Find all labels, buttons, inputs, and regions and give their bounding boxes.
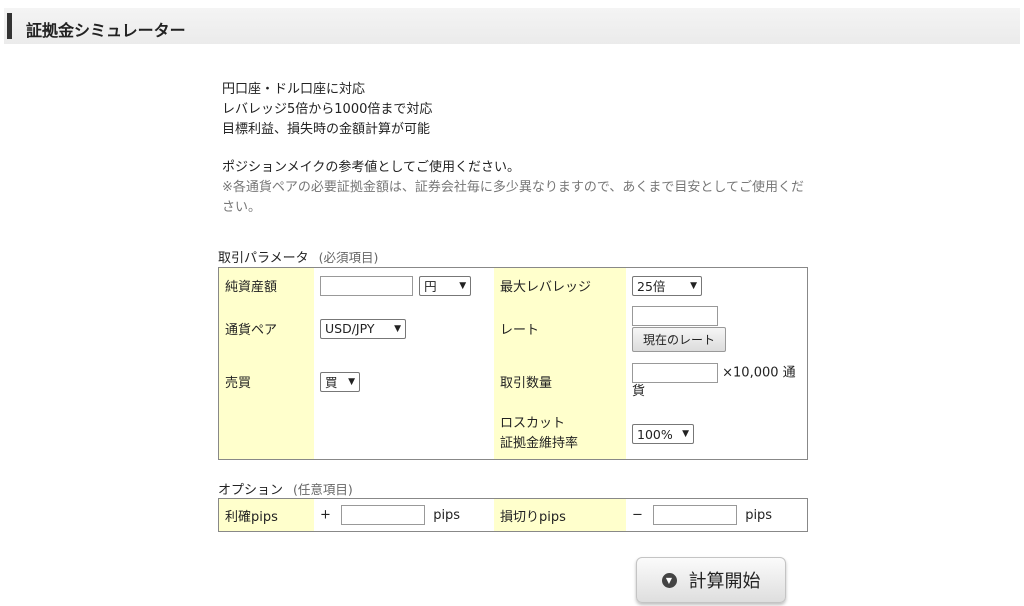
max-leverage-select[interactable]: 25倍 ▼: [632, 275, 702, 296]
params-title: 取引パラメータ: [218, 251, 309, 266]
chevron-down-circle-icon: ▼: [661, 572, 677, 588]
stop-loss-input[interactable]: [653, 505, 738, 525]
params-section-title: 取引パラメータ (必須項目): [218, 247, 378, 266]
losscut-label: ロスカット 証拠金維持率: [494, 409, 626, 460]
losscut-label-line1: ロスカット: [500, 416, 566, 432]
side-select[interactable]: 買 ▼: [320, 371, 360, 392]
chevron-down-icon: ▼: [682, 429, 689, 440]
options-hint: (任意項目): [293, 482, 353, 497]
current-rate-button[interactable]: 現在のレート: [632, 326, 727, 352]
page-header: 証拠金シミュレーター: [4, 8, 1020, 44]
side-value: 買: [325, 375, 338, 390]
losscut-label-line2: 証拠金維持率: [500, 436, 579, 452]
side-label: 売買: [218, 353, 314, 410]
rate-label: レート: [494, 303, 626, 354]
params-hint: (必須項目): [318, 250, 379, 265]
chevron-down-icon: ▼: [690, 280, 697, 291]
options-title: オプション: [218, 483, 284, 498]
take-profit-unit: pips: [433, 507, 461, 523]
chevron-down-icon: ▼: [394, 323, 401, 334]
options-section-title: オプション (任意項目): [218, 479, 353, 498]
disclaimer-note: ※各通貨ペアの必要証拠金額は、証券会社毎に多少異なりますので、あくまで目安として…: [222, 180, 804, 215]
stop-loss-unit: pips: [745, 507, 773, 523]
stop-loss-sign: −: [632, 507, 643, 523]
net-assets-input[interactable]: [320, 275, 413, 296]
take-profit-sign: +: [320, 507, 331, 523]
intro-line-1: 円口座・ドル口座に対応: [222, 82, 366, 97]
quantity-input[interactable]: [632, 363, 718, 383]
calculate-button-label: 計算開始: [688, 571, 761, 592]
page-title: 証拠金シミュレーター: [26, 21, 186, 40]
currency-pair-label: 通貨ペア: [218, 303, 314, 354]
stop-loss-label: 損切りpips: [494, 498, 626, 532]
take-profit-input[interactable]: [341, 505, 426, 525]
losscut-value: 100%: [637, 426, 673, 442]
usage-text: ポジションメイクの参考値としてご使用ください。: [222, 160, 520, 175]
chevron-down-icon: ▼: [459, 280, 467, 291]
take-profit-label: 利確pips: [218, 498, 314, 532]
params-table: 純資産額 円 ▼ 最大レバレッジ 25倍 ▼ 通貨ペア USD/JPY ▼ レー…: [218, 267, 808, 460]
options-table: 利確pips + pips 損切りpips − pips: [218, 498, 808, 532]
intro-line-3: 目標利益、損失時の金額計算が可能: [222, 122, 431, 137]
calculate-button[interactable]: ▼ 計算開始: [636, 557, 786, 603]
max-leverage-value: 25倍: [637, 279, 666, 295]
intro-line-2: レバレッジ5倍から1000倍まで対応: [222, 102, 433, 117]
rate-input[interactable]: [632, 305, 718, 326]
currency-pair-select[interactable]: USD/JPY ▼: [320, 318, 406, 339]
max-leverage-label: 最大レバレッジ: [494, 267, 626, 304]
header-accent-bar: [7, 13, 12, 39]
chevron-down-icon: ▼: [348, 376, 355, 387]
intro-text: 円口座・ドル口座に対応 レバレッジ5倍から1000倍まで対応 目標利益、損失時の…: [222, 80, 812, 218]
net-assets-label: 純資産額: [218, 267, 314, 304]
currency-unit-select[interactable]: 円 ▼: [419, 275, 472, 296]
quantity-label: 取引数量: [494, 353, 626, 410]
currency-pair-value: USD/JPY: [325, 321, 375, 336]
losscut-select[interactable]: 100% ▼: [632, 424, 694, 445]
currency-unit-value: 円: [424, 279, 437, 295]
